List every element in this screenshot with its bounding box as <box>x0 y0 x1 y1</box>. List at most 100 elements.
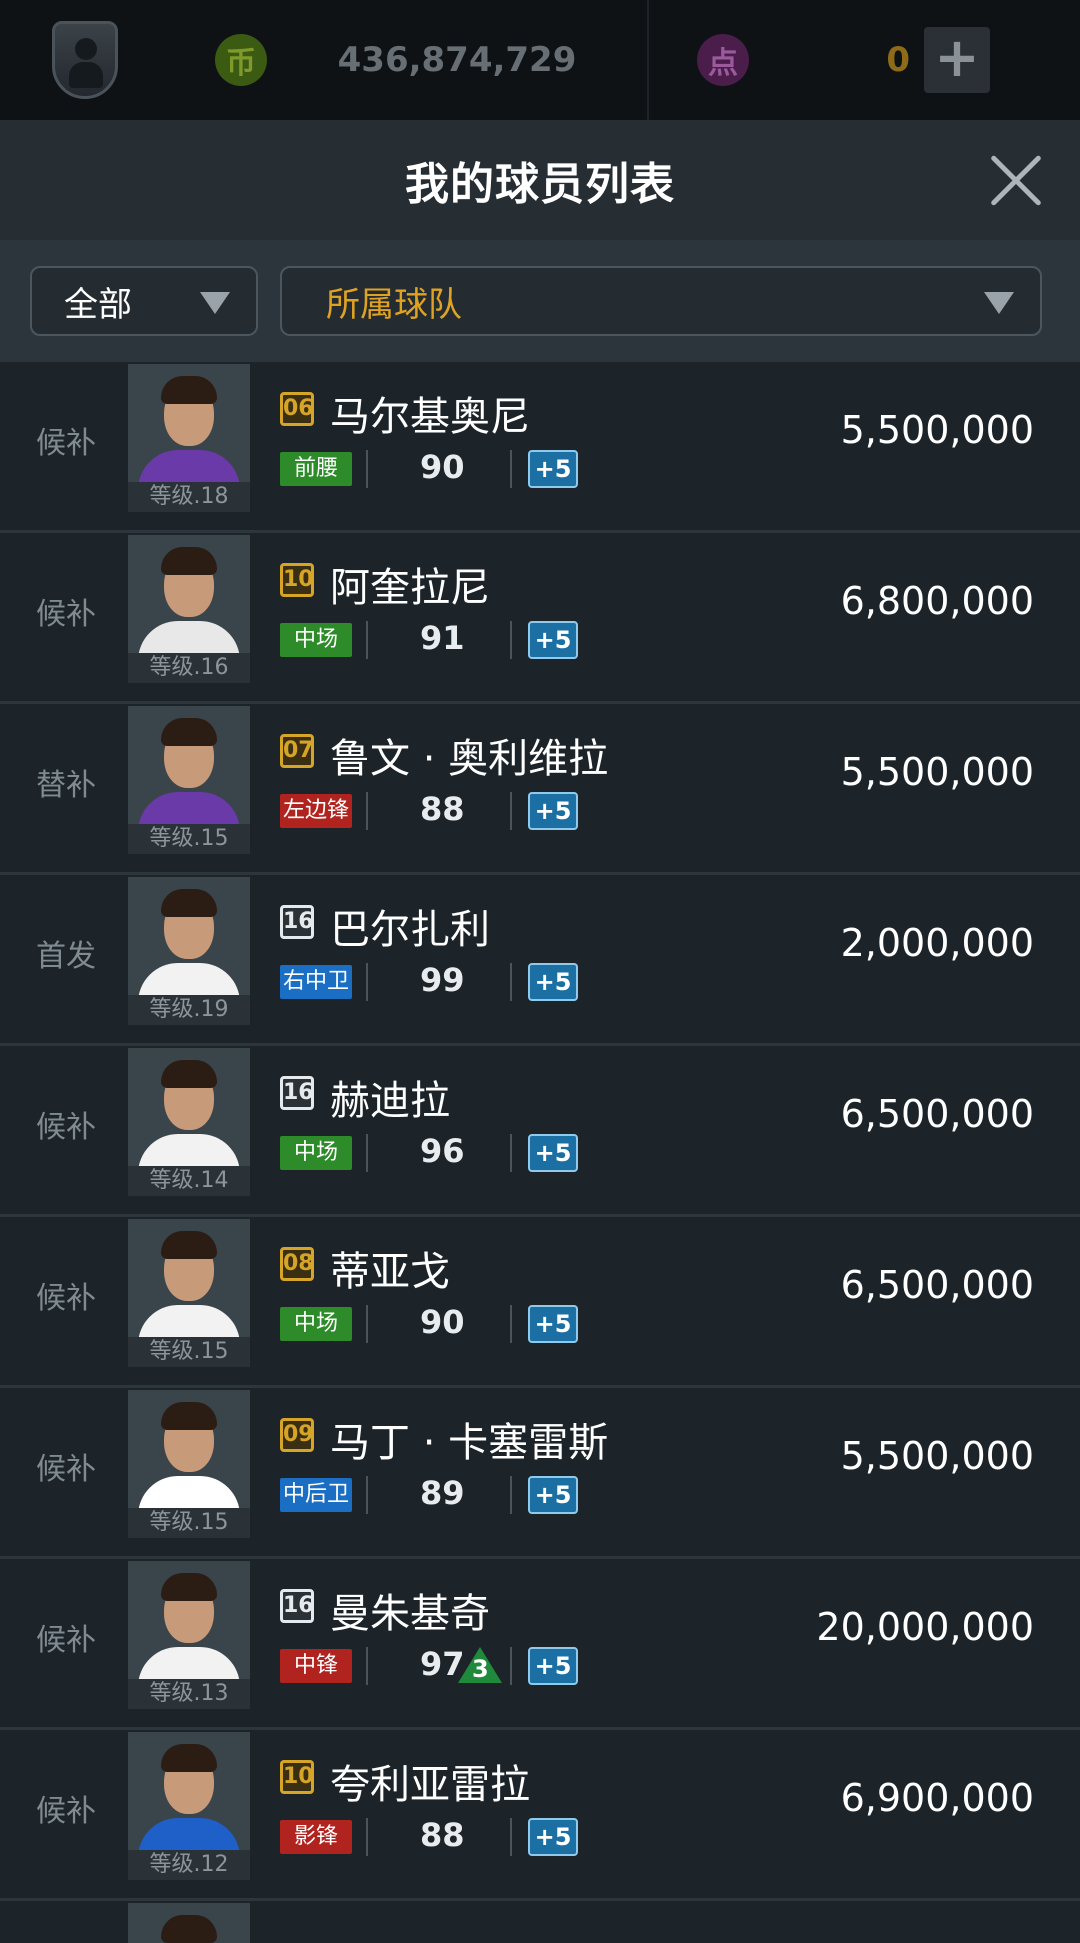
player-row[interactable]: 候补 等级.14 16 赫迪拉 中场 96 +5 6,500,000 <box>0 1046 1080 1217</box>
player-value: 2,000,000 <box>840 921 1034 965</box>
stat-divider <box>510 450 512 488</box>
player-row[interactable]: 候补 等级.12 10 夸利亚雷拉 影锋 88 +5 6,900,000 <box>0 1730 1080 1901</box>
manager-shield-icon <box>52 21 118 99</box>
overall-rating: 96 <box>420 1132 465 1170</box>
position-badge: 影锋 <box>280 1820 352 1854</box>
stat-divider <box>366 621 368 659</box>
enhance-level-badge[interactable]: +5 <box>528 792 578 830</box>
player-portrait[interactable]: 等级.19 <box>128 877 250 1025</box>
position-badge: 左边锋 <box>280 794 352 828</box>
enhance-level-badge[interactable]: +5 <box>528 621 578 659</box>
stat-divider <box>366 1818 368 1856</box>
jersey-number-badge: 16 <box>280 905 314 939</box>
player-level: 等级.15 <box>128 1337 250 1367</box>
player-row[interactable]: 候补 等级.16 10 阿奎拉尼 中场 91 +5 6,800,000 <box>0 533 1080 704</box>
player-row[interactable]: 候补 等级.13 16 曼朱基奇 中锋 97 3 +5 20,000,000 <box>0 1559 1080 1730</box>
jersey-number-badge: 08 <box>280 1247 314 1281</box>
lineup-status: 候补 <box>36 597 96 632</box>
category-dropdown[interactable]: 全部 <box>30 266 258 336</box>
jersey-number-badge: 07 <box>280 734 314 768</box>
enhance-level-badge[interactable]: +5 <box>528 963 578 1001</box>
player-value: 6,800,000 <box>840 579 1034 623</box>
points-block: 点 0 + <box>649 0 1024 120</box>
overall-rating: 99 <box>420 961 465 999</box>
player-portrait[interactable]: 等级.15 <box>128 1219 250 1367</box>
portrait-hair <box>161 718 217 746</box>
enhance-level-badge[interactable]: +5 <box>528 450 578 488</box>
team-dropdown-label: 所属球队 <box>326 284 462 325</box>
chevron-down-icon <box>984 292 1014 314</box>
lineup-status: 候补 <box>36 1281 96 1316</box>
filter-bar: 全部 所属球队 <box>0 240 1080 362</box>
lineup-status: 候补 <box>36 426 96 461</box>
player-name: 阿奎拉尼 <box>330 565 490 611</box>
page-title: 我的球员列表 <box>405 159 675 210</box>
overall-rating: 90 <box>420 448 465 486</box>
player-row[interactable]: 候补 等级.18 06 马尔基奥尼 前腰 90 +5 5,500,000 <box>0 362 1080 533</box>
lineup-status: 首发 <box>36 939 96 974</box>
player-row[interactable]: 候补 等级.15 09 马丁 · 卡塞雷斯 中后卫 89 +5 5,500,00… <box>0 1388 1080 1559</box>
position-badge: 右中卫 <box>280 965 352 999</box>
player-portrait[interactable]: 等级.15 <box>128 1390 250 1538</box>
player-value: 6,900,000 <box>840 1776 1034 1820</box>
portrait-hair <box>161 547 217 575</box>
position-badge: 中场 <box>280 1307 352 1341</box>
coin-icon: 币 <box>215 34 267 86</box>
enhance-level-badge[interactable]: +5 <box>528 1818 578 1856</box>
portrait-hair <box>161 376 217 404</box>
portrait-hair <box>161 889 217 917</box>
player-level: 等级.12 <box>128 1850 250 1880</box>
player-level: 等级.16 <box>128 653 250 683</box>
player-portrait[interactable]: 等级.12 <box>128 1732 250 1880</box>
player-list: 候补 等级.18 06 马尔基奥尼 前腰 90 +5 5,500,000 候补 <box>0 362 1080 1943</box>
add-points-button[interactable]: + <box>924 27 990 93</box>
upgrade-count: 3 <box>472 1655 489 1683</box>
enhance-level-badge[interactable]: +5 <box>528 1134 578 1172</box>
player-name: 鲁文 · 奥利维拉 <box>330 736 609 782</box>
player-portrait[interactable]: 等级.13 <box>128 1561 250 1709</box>
close-icon[interactable] <box>988 152 1044 208</box>
player-name: 赫迪拉 <box>330 1078 450 1124</box>
jersey-number-badge: 16 <box>280 1589 314 1623</box>
stat-divider <box>366 450 368 488</box>
enhance-level-badge[interactable]: +5 <box>528 1647 578 1685</box>
point-balance: 0 <box>886 40 910 80</box>
player-row[interactable]: 首发 等级.19 16 巴尔扎利 右中卫 99 +5 2,000,000 <box>0 875 1080 1046</box>
stat-divider <box>366 1305 368 1343</box>
player-level: 等级.13 <box>128 1679 250 1709</box>
player-name: 曼朱基奇 <box>330 1591 490 1637</box>
player-name: 巴尔扎利 <box>330 907 490 953</box>
player-row[interactable]: 候补 等级.15 08 蒂亚戈 中场 90 +5 6,500,000 <box>0 1217 1080 1388</box>
stat-divider <box>510 1476 512 1514</box>
overall-rating: 89 <box>420 1474 465 1512</box>
chevron-down-icon <box>200 292 230 314</box>
stat-divider <box>366 1647 368 1685</box>
page-header: 我的球员列表 <box>0 120 1080 240</box>
portrait-hair <box>161 1231 217 1259</box>
stat-divider <box>510 1134 512 1172</box>
stat-divider <box>366 792 368 830</box>
player-row-partial[interactable] <box>0 1901 1080 1943</box>
player-level: 等级.15 <box>128 1508 250 1538</box>
category-dropdown-label: 全部 <box>64 284 132 325</box>
coin-balance: 436,874,729 <box>337 40 577 80</box>
enhance-level-badge[interactable]: +5 <box>528 1476 578 1514</box>
player-portrait[interactable]: 等级.18 <box>128 364 250 512</box>
lineup-status: 候补 <box>36 1452 96 1487</box>
portrait-hair <box>161 1402 217 1430</box>
player-portrait[interactable]: 等级.15 <box>128 706 250 854</box>
player-level: 等级.15 <box>128 824 250 854</box>
player-name: 夸利亚雷拉 <box>330 1762 530 1808</box>
player-row[interactable]: 替补 等级.15 07 鲁文 · 奥利维拉 左边锋 88 +5 5,500,00… <box>0 704 1080 875</box>
player-portrait[interactable]: 等级.16 <box>128 535 250 683</box>
stat-divider <box>366 1134 368 1172</box>
player-portrait <box>128 1903 250 1943</box>
position-badge: 中场 <box>280 623 352 657</box>
player-level: 等级.19 <box>128 995 250 1025</box>
club-badge[interactable] <box>0 0 170 120</box>
player-value: 5,500,000 <box>840 1434 1034 1478</box>
enhance-level-badge[interactable]: +5 <box>528 1305 578 1343</box>
stat-divider <box>510 621 512 659</box>
team-dropdown[interactable]: 所属球队 <box>280 266 1042 336</box>
player-portrait[interactable]: 等级.14 <box>128 1048 250 1196</box>
